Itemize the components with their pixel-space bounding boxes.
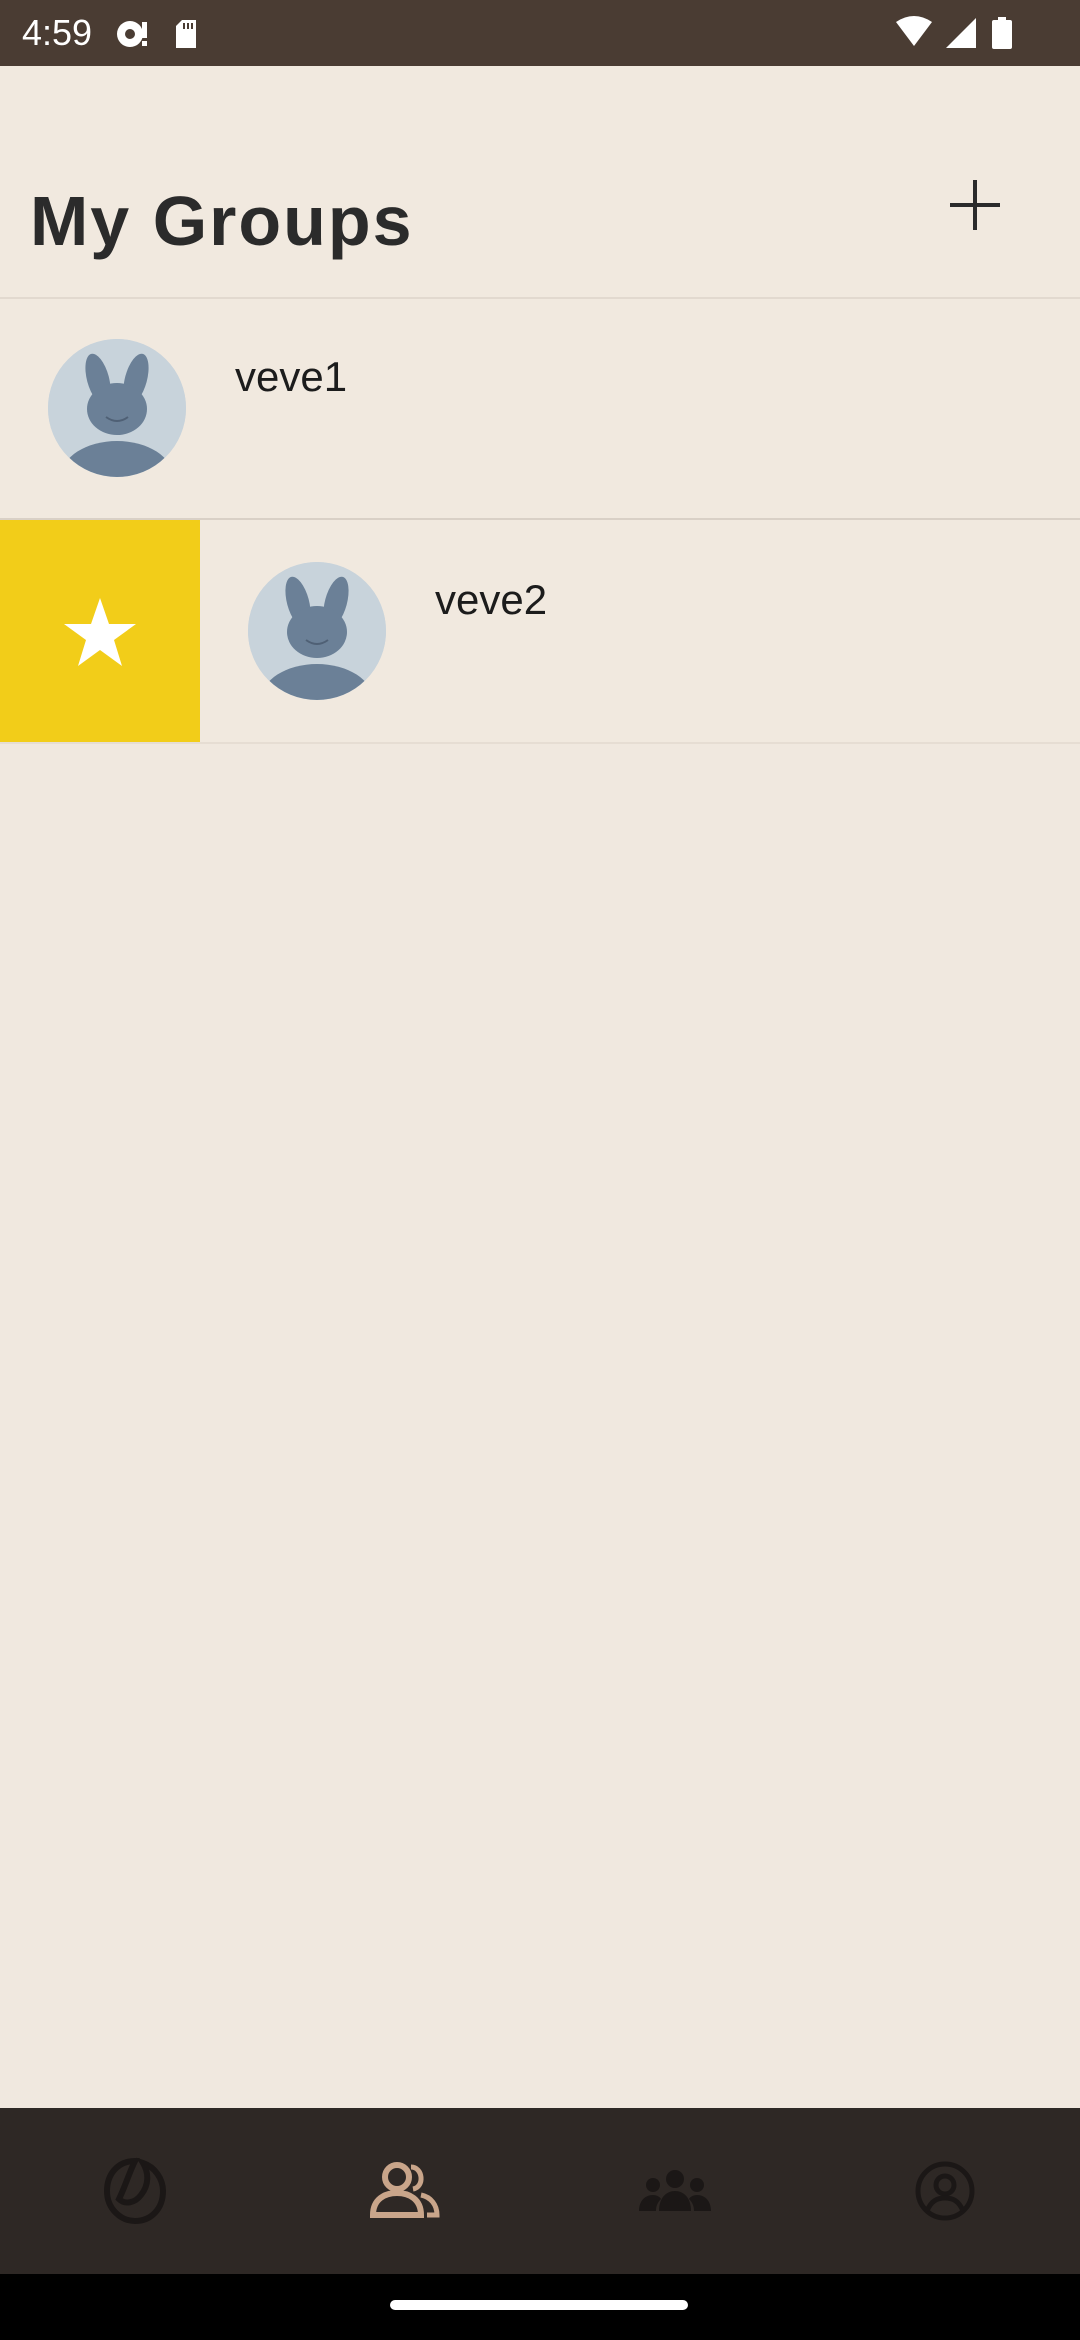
nav-profile[interactable] [810,2108,1080,2274]
system-gesture-bar [0,2274,1080,2340]
group-row-veve1[interactable]: veve1 [0,299,1080,519]
divider [0,742,1080,744]
bottom-nav [0,2108,1080,2274]
group-row-content[interactable]: veve2 [200,520,1080,742]
rabbit-avatar-icon [48,339,186,477]
home-icon [103,2157,167,2225]
add-group-button[interactable] [940,170,1010,240]
status-bar: 4:59 [0,0,1080,66]
group-row-veve2[interactable]: veve2 [0,520,1080,742]
page-title: My Groups [30,182,414,260]
rabbit-avatar-icon [248,562,386,700]
battery-icon [992,17,1012,49]
wifi-icon [896,16,932,46]
nav-friends[interactable] [270,2108,540,2274]
nav-groups[interactable] [540,2108,810,2274]
signal-icon [946,18,976,48]
status-time: 4:59 [22,12,93,53]
profile-icon [915,2161,975,2221]
friends-icon [369,2162,440,2218]
favorite-action-button[interactable] [0,520,200,742]
group-name: veve1 [235,353,348,400]
sync-icon [117,20,196,48]
nav-home[interactable] [0,2108,270,2274]
group-avatar [248,562,386,700]
status-left-icons [112,14,202,59]
status-right-icons [894,14,1024,59]
group-name: veve2 [435,576,548,623]
groups-icon [639,2170,711,2211]
plus-icon [950,180,1000,230]
home-gesture-pill[interactable] [390,2300,688,2310]
star-icon [64,598,136,666]
group-avatar [48,339,186,477]
